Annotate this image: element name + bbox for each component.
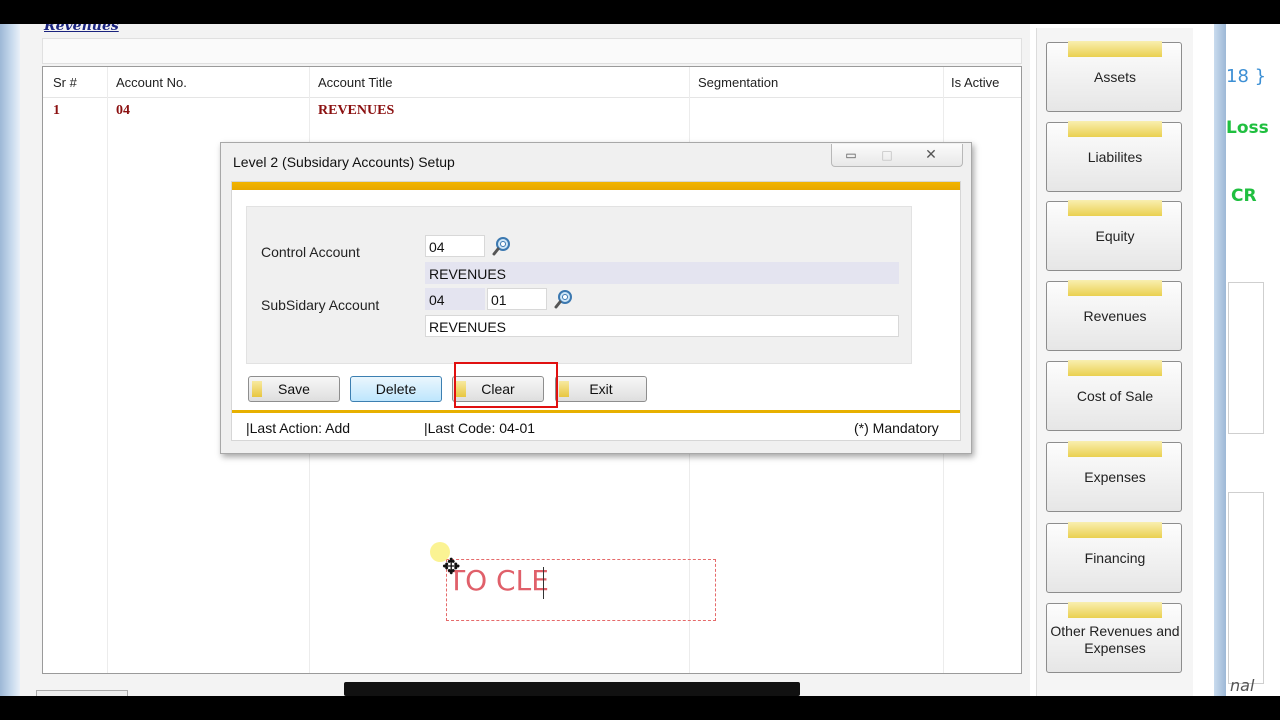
grid-header: Sr # Account No. Account Title Segmentat… — [43, 67, 1021, 98]
button-accent — [252, 381, 262, 397]
nav-label: Other Revenues and Expenses — [1050, 623, 1180, 656]
last-action-status: |Last Action: Add — [246, 420, 351, 436]
lookup-search-icon[interactable] — [554, 289, 574, 309]
column-header-account-title[interactable]: Account Title — [318, 75, 392, 90]
heading-bar — [42, 38, 1022, 64]
screen: Revenues Sr # Account No. Account Title … — [0, 24, 1280, 696]
delete-button-label: Delete — [375, 381, 417, 397]
subsidiary-account-label: SubSidary Account — [261, 297, 380, 313]
background-text: CR — [1231, 186, 1257, 206]
nav-label: Assets — [1093, 69, 1136, 85]
button-accent — [1068, 360, 1162, 376]
cell-account-title: REVENUES — [318, 103, 395, 118]
exit-button[interactable]: Exit — [555, 376, 647, 402]
nav-label: Cost of Sale — [1076, 388, 1154, 404]
dialog-body: Control Account 04 REVENUES SubSidary Ac… — [231, 181, 961, 441]
column-header-is-active[interactable]: Is Active — [951, 75, 999, 90]
background-text: nal — [1230, 676, 1255, 695]
exit-button-label: Exit — [589, 381, 613, 397]
accent-bar-top — [232, 182, 960, 190]
save-button-label: Save — [278, 381, 310, 397]
page-heading: Revenues — [44, 24, 119, 34]
account-type-panel: Assets Liabilites Equity Revenues Cost o… — [1036, 28, 1193, 696]
move-cursor-icon: ✥ — [442, 555, 461, 580]
nav-equity-button[interactable]: Equity — [1046, 200, 1182, 271]
cell-account-no: 04 — [116, 103, 130, 118]
minimize-button[interactable]: ▭ — [834, 146, 868, 164]
button-accent — [1068, 441, 1162, 457]
subsidiary-setup-dialog: Level 2 (Subsidary Accounts) Setup ▭ □ ✕… — [220, 142, 972, 454]
nav-expenses-button[interactable]: Expenses — [1046, 441, 1182, 512]
dialog-title: Level 2 (Subsidary Accounts) Setup — [233, 154, 455, 170]
cell-sr: 1 — [53, 103, 60, 118]
nav-liabilities-button[interactable]: Liabilites — [1046, 121, 1182, 192]
nav-other-revenues-button[interactable]: Other Revenues and Expenses — [1046, 602, 1182, 673]
mandatory-note: (*) Mandatory — [854, 420, 939, 436]
nav-revenues-button[interactable]: Revenues — [1046, 280, 1182, 351]
annotation-text: TO CLE — [448, 564, 549, 597]
save-button[interactable]: Save — [248, 376, 340, 402]
delete-button[interactable]: Delete — [350, 376, 442, 402]
column-header-sr[interactable]: Sr # — [53, 75, 77, 90]
column-header-segmentation[interactable]: Segmentation — [698, 75, 778, 90]
bottom-tab — [36, 690, 128, 696]
subsidiary-account-name-input[interactable]: REVENUES — [425, 315, 899, 337]
control-account-code-input[interactable]: 04 — [425, 235, 485, 257]
nav-cost-of-sale-button[interactable]: Cost of Sale — [1046, 360, 1182, 431]
background-text: 18 } — [1226, 66, 1267, 87]
close-button[interactable]: ✕ — [914, 146, 948, 164]
button-accent — [1068, 602, 1162, 618]
background-panel — [1228, 282, 1264, 434]
button-accent — [1068, 200, 1162, 216]
last-code-status: |Last Code: 04-01 — [424, 420, 536, 436]
button-accent — [1068, 280, 1162, 296]
background-panel — [1228, 492, 1264, 684]
text-caret — [543, 567, 544, 599]
nav-label: Financing — [1084, 550, 1146, 566]
maximize-button[interactable]: □ — [870, 146, 904, 164]
background-text: Loss — [1226, 118, 1269, 138]
nav-assets-button[interactable]: Assets — [1046, 41, 1182, 112]
button-accent — [559, 381, 569, 397]
nav-label: Equity — [1095, 228, 1135, 244]
button-accent — [1068, 522, 1162, 538]
column-divider — [107, 67, 108, 673]
nav-label: Revenues — [1083, 308, 1147, 324]
column-header-account-no[interactable]: Account No. — [116, 75, 187, 90]
lookup-search-icon[interactable] — [492, 236, 512, 256]
subsidiary-prefix-field: 04 — [425, 288, 485, 310]
control-account-name-field: REVENUES — [425, 262, 899, 284]
form-panel: Control Account 04 REVENUES SubSidary Ac… — [246, 206, 912, 364]
control-account-label: Control Account — [261, 244, 360, 260]
clear-highlight-box — [454, 362, 558, 408]
window-controls: ▭ □ ✕ — [831, 144, 963, 167]
subsidiary-code-input[interactable]: 01 — [487, 288, 547, 310]
accent-bar-bottom — [232, 410, 960, 413]
button-accent — [1068, 121, 1162, 137]
video-player-bar — [344, 682, 800, 696]
nav-financing-button[interactable]: Financing — [1046, 522, 1182, 593]
nav-label: Expenses — [1084, 469, 1146, 485]
window-edge — [1214, 24, 1226, 696]
nav-label: Liabilites — [1087, 149, 1143, 165]
window-left-border — [0, 24, 20, 696]
button-accent — [1068, 41, 1162, 57]
